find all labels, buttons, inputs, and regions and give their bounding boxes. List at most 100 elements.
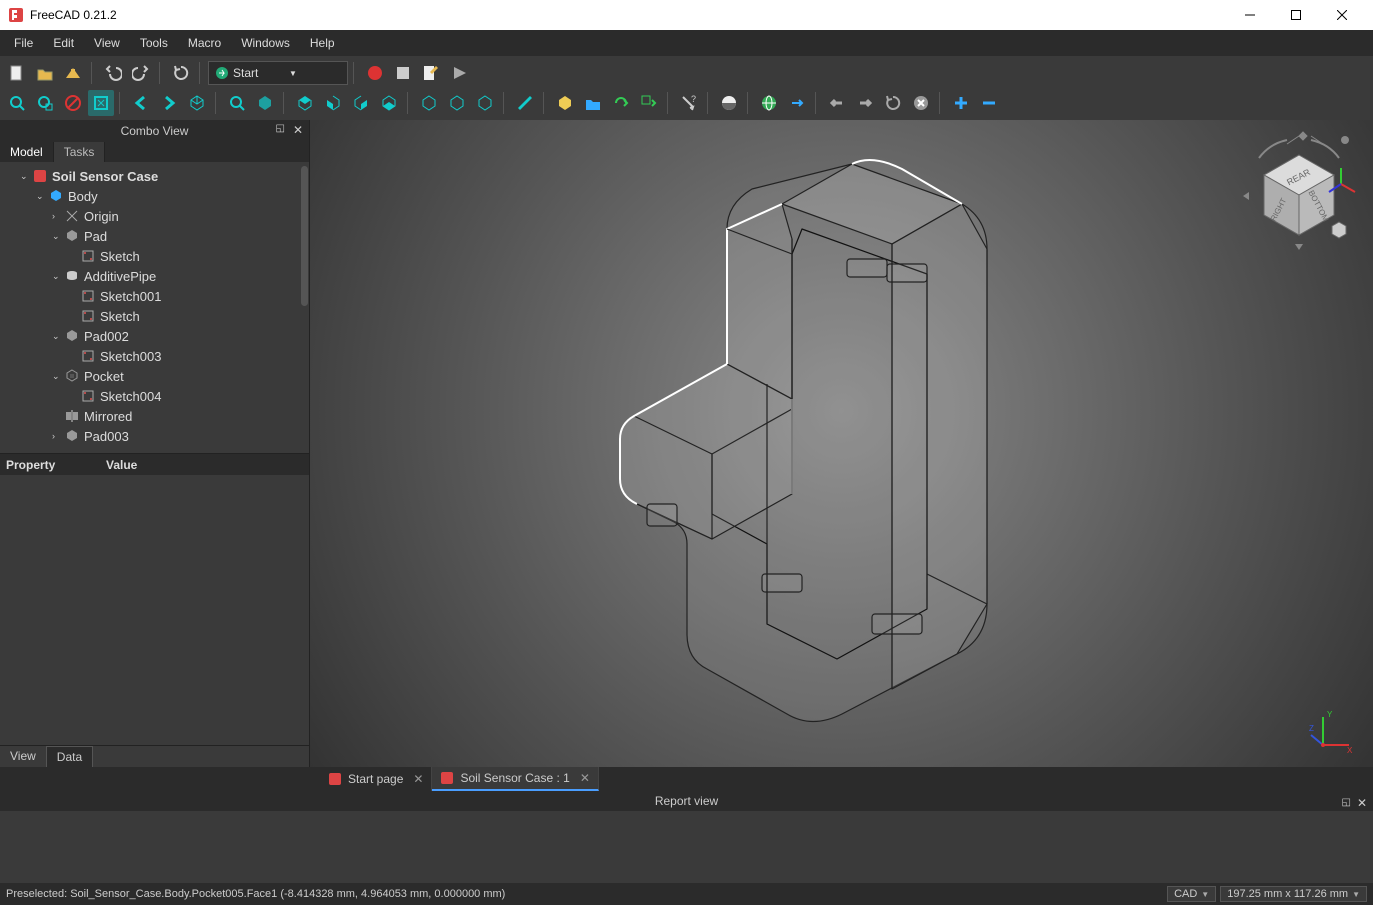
save-button[interactable] (60, 60, 86, 86)
tree-toggle-icon[interactable]: ⌄ (52, 271, 64, 282)
report-view-body[interactable] (0, 811, 1373, 883)
new-file-button[interactable] (4, 60, 30, 86)
tree-doc-root[interactable]: ⌄ Soil Sensor Case (2, 166, 307, 186)
tab-tasks[interactable]: Tasks (54, 142, 106, 162)
view-right-button[interactable] (348, 90, 374, 116)
menu-edit[interactable]: Edit (43, 32, 84, 54)
tree-toggle-icon[interactable]: › (52, 431, 64, 441)
link-button[interactable] (608, 90, 634, 116)
link-actions-button[interactable] (636, 90, 662, 116)
tree-toggle-icon[interactable]: ⌄ (52, 231, 64, 242)
view-front-button[interactable] (252, 90, 278, 116)
refresh-button[interactable] (168, 60, 194, 86)
close-tab-icon[interactable]: ✕ (413, 772, 423, 786)
sketch-icon (80, 248, 96, 264)
model-tree[interactable]: ⌄ Soil Sensor Case ⌄ Body ›Origin⌄PadSke… (0, 162, 309, 453)
redo-button[interactable] (128, 60, 154, 86)
tree-row[interactable]: Sketch003 (2, 346, 307, 366)
tree-row[interactable]: Sketch (2, 306, 307, 326)
nav-back-button[interactable] (128, 90, 154, 116)
panel-float-icon[interactable]: ◱ (1342, 793, 1351, 813)
tab-model[interactable]: Model (0, 142, 54, 162)
menu-file[interactable]: File (4, 32, 43, 54)
view-front2-button[interactable] (320, 90, 346, 116)
chevron-down-icon: ▼ (289, 69, 341, 78)
navigation-cube[interactable]: REAR BOTTOM RIGHT (1239, 130, 1359, 250)
tree-row[interactable]: Sketch (2, 246, 307, 266)
prev-button[interactable] (824, 90, 850, 116)
workbench-selector[interactable]: Start ▼ (208, 61, 348, 85)
tree-toggle-icon[interactable]: ⌄ (52, 331, 64, 342)
macro-record-button[interactable] (362, 60, 388, 86)
tree-label: Sketch004 (100, 389, 161, 404)
tree-body[interactable]: ⌄ Body (2, 186, 307, 206)
maximize-button[interactable] (1273, 0, 1319, 30)
measure-button[interactable] (512, 90, 538, 116)
tree-row[interactable]: ⌄Pad002 (2, 326, 307, 346)
tree-row[interactable]: ›Origin (2, 206, 307, 226)
tree-row[interactable]: ⌄Pocket (2, 366, 307, 386)
panel-close-icon[interactable]: ✕ (1357, 793, 1367, 813)
menu-macro[interactable]: Macro (178, 32, 231, 54)
view-iso-button[interactable] (472, 90, 498, 116)
tab-view[interactable]: View (0, 746, 46, 767)
pad-icon (64, 228, 80, 244)
view-rear-button[interactable] (376, 90, 402, 116)
tree-scrollbar[interactable] (301, 166, 308, 306)
macro-edit-button[interactable] (418, 60, 444, 86)
panel-close-icon[interactable]: ✕ (293, 123, 303, 137)
tree-row[interactable]: Mirrored (2, 406, 307, 426)
undo-button[interactable] (100, 60, 126, 86)
reload-button[interactable] (880, 90, 906, 116)
isometric-button[interactable] (184, 90, 210, 116)
report-view-header: Report view ◱ ✕ (0, 791, 1373, 811)
menu-windows[interactable]: Windows (231, 32, 300, 54)
macro-play-button[interactable] (446, 60, 472, 86)
next-button[interactable] (852, 90, 878, 116)
view-left-button[interactable] (444, 90, 470, 116)
view-bottom-button[interactable] (416, 90, 442, 116)
fit-selection-button[interactable] (32, 90, 58, 116)
tree-row[interactable]: Sketch004 (2, 386, 307, 406)
open-file-button[interactable] (32, 60, 58, 86)
3d-viewport[interactable]: REAR BOTTOM RIGHT (310, 120, 1373, 767)
doc-tab-sensor[interactable]: Soil Sensor Case : 1 ✕ (432, 767, 598, 791)
group-button[interactable] (580, 90, 606, 116)
tree-row[interactable]: ⌄AdditivePipe (2, 266, 307, 286)
tree-row[interactable]: ⌄Pad (2, 226, 307, 246)
tree-toggle-icon[interactable]: › (52, 211, 64, 221)
menu-view[interactable]: View (84, 32, 130, 54)
draw-style-button[interactable] (60, 90, 86, 116)
zoom-button[interactable] (224, 90, 250, 116)
zoom-out-button[interactable] (976, 90, 1002, 116)
panel-float-icon[interactable]: ◱ (276, 123, 285, 134)
fit-all-button[interactable] (4, 90, 30, 116)
tree-row[interactable]: ›Pad003 (2, 426, 307, 446)
web-button[interactable] (756, 90, 782, 116)
bounding-box-button[interactable] (88, 90, 114, 116)
web-next-button[interactable] (784, 90, 810, 116)
appearance-button[interactable] (716, 90, 742, 116)
menu-help[interactable]: Help (300, 32, 345, 54)
dimensions-display[interactable]: 197.25 mm x 117.26 mm ▼ (1220, 886, 1367, 902)
pocket-icon (64, 368, 80, 384)
close-button[interactable] (1319, 0, 1365, 30)
zoom-in-button[interactable] (948, 90, 974, 116)
view-top-button[interactable] (292, 90, 318, 116)
tree-toggle-icon[interactable]: ⌄ (52, 371, 64, 382)
close-tab-icon[interactable]: ✕ (580, 771, 590, 785)
nav-style-selector[interactable]: CAD ▼ (1167, 886, 1216, 902)
menu-tools[interactable]: Tools (130, 32, 178, 54)
stop-load-button[interactable] (908, 90, 934, 116)
tree-label: Body (68, 189, 98, 204)
tree-row[interactable]: Sketch001 (2, 286, 307, 306)
doc-tab-start[interactable]: Start page ✕ (320, 767, 432, 791)
tab-data[interactable]: Data (46, 746, 93, 767)
macro-stop-button[interactable] (390, 60, 416, 86)
nav-forward-button[interactable] (156, 90, 182, 116)
minimize-button[interactable] (1227, 0, 1273, 30)
part-button[interactable] (552, 90, 578, 116)
tree-toggle-icon[interactable]: ⌄ (20, 171, 32, 182)
tree-toggle-icon[interactable]: ⌄ (36, 191, 48, 202)
whats-this-button[interactable]: ? (676, 90, 702, 116)
